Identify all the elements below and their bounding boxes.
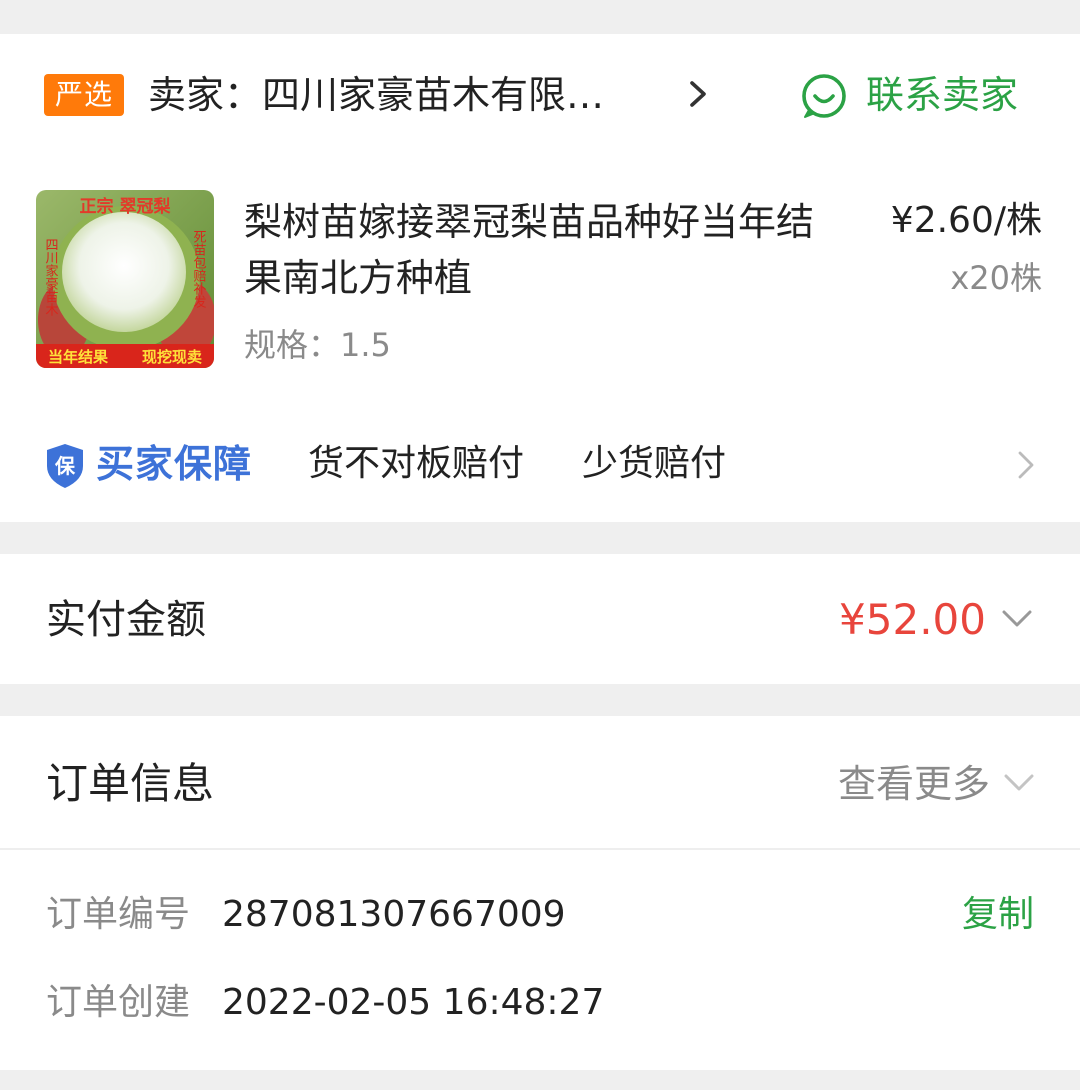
order-item-card: 严选 卖家：四川家豪苗木有限… 联系卖家 正宗 翠冠梨 四川家豪苗木 死苗包赔补… bbox=[0, 34, 1080, 522]
guarantee-item-mismatch: 货不对板赔付 bbox=[308, 443, 525, 484]
order-created-value: 2022-02-05 16:48:27 bbox=[222, 982, 605, 1023]
thumb-bottom-left-text: 当年结果 bbox=[48, 348, 109, 366]
order-info-title: 订单信息 bbox=[46, 759, 215, 808]
order-info-card: 订单信息 查看更多 订单编号 287081307667009 复制 订单创建 2… bbox=[0, 716, 1080, 1070]
yanxuan-badge: 严选 bbox=[44, 74, 124, 116]
thumb-right-text: 死苗包赔补发 bbox=[191, 230, 207, 308]
thumb-left-text: 四川家豪苗木 bbox=[43, 238, 59, 316]
order-created-label: 订单创建 bbox=[46, 982, 191, 1023]
chevron-down-icon[interactable] bbox=[1002, 770, 1036, 796]
paid-amount-label: 实付金额 bbox=[46, 597, 206, 643]
guarantee-item-shortage: 少货赔付 bbox=[582, 443, 727, 484]
shield-char: 保 bbox=[54, 454, 76, 478]
buyer-guarantee-label[interactable]: 买家保障 bbox=[96, 438, 252, 490]
view-more-button[interactable]: 查看更多 bbox=[838, 758, 990, 810]
product-unit-price: ¥2.60/株 bbox=[890, 200, 1042, 241]
chevron-right-icon[interactable] bbox=[682, 78, 714, 110]
chevron-right-icon[interactable] bbox=[1014, 448, 1038, 482]
paid-amount-value: ¥52.00 bbox=[839, 595, 986, 644]
thumb-bottom-right-text: 现挖现卖 bbox=[142, 348, 202, 366]
product-thumbnail[interactable]: 正宗 翠冠梨 四川家豪苗木 死苗包赔补发 当年结果 现挖现卖 bbox=[36, 190, 214, 368]
product-title[interactable]: 梨树苗嫁接翠冠梨苗品种好当年结果南北方种植 bbox=[244, 194, 844, 306]
thumb-top-text: 正宗 翠冠梨 bbox=[80, 196, 172, 217]
seller-name-link[interactable]: 卖家：四川家豪苗木有限… bbox=[148, 70, 604, 120]
order-number-value: 287081307667009 bbox=[222, 894, 566, 935]
shield-icon: 保 bbox=[47, 444, 83, 488]
divider bbox=[0, 848, 1080, 850]
chat-smile-icon[interactable] bbox=[800, 72, 848, 120]
payment-card[interactable]: 实付金额 ¥52.00 bbox=[0, 554, 1080, 684]
product-quantity: x20株 bbox=[950, 259, 1042, 297]
order-number-label: 订单编号 bbox=[46, 894, 191, 935]
copy-order-number-button[interactable]: 复制 bbox=[962, 890, 1034, 940]
contact-seller-button[interactable]: 联系卖家 bbox=[866, 70, 1018, 120]
product-spec: 规格：1.5 bbox=[244, 326, 391, 364]
chevron-down-icon[interactable] bbox=[1000, 606, 1034, 632]
